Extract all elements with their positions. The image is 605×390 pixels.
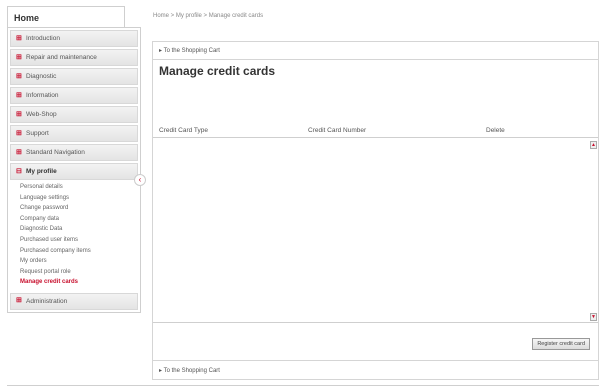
divider bbox=[153, 360, 598, 361]
profile-submenu: ‹ Personal details Language settings Cha… bbox=[10, 174, 146, 291]
submenu-item-my-orders[interactable]: My orders bbox=[20, 256, 138, 267]
sidebar-item-web-shop[interactable]: ⊞ Web-Shop bbox=[10, 106, 138, 123]
expand-plus-icon: ⊞ bbox=[16, 91, 22, 99]
shopping-cart-link-top[interactable]: ▸ To the Shopping Cart bbox=[159, 47, 220, 54]
breadcrumb-separator: > bbox=[169, 13, 176, 19]
sidebar-item-label: Repair and maintenance bbox=[26, 54, 97, 61]
breadcrumb-my-profile[interactable]: My profile bbox=[176, 13, 202, 19]
shopping-cart-link-bottom[interactable]: ▸ To the Shopping Cart bbox=[159, 367, 220, 374]
submenu-item-request-portal-role[interactable]: Request portal role bbox=[20, 267, 138, 278]
sidebar-item-label: Diagnostic bbox=[26, 73, 57, 80]
collapse-minus-icon: ⊟ bbox=[16, 167, 22, 175]
column-header-delete: Delete bbox=[486, 127, 505, 134]
sidebar-item-standard-navigation[interactable]: ⊞ Standard Navigation bbox=[10, 144, 138, 161]
sidebar-item-label: Standard Navigation bbox=[26, 149, 85, 156]
column-header-card-type: Credit Card Type bbox=[159, 127, 209, 134]
expand-plus-icon: ⊞ bbox=[16, 72, 22, 80]
submenu-item-language-settings[interactable]: Language settings bbox=[20, 193, 138, 204]
page-bottom-rule bbox=[7, 385, 599, 386]
page-title: Manage credit cards bbox=[159, 64, 276, 78]
breadcrumb: Home > My profile > Manage credit cards bbox=[153, 13, 263, 19]
breadcrumb-home[interactable]: Home bbox=[153, 13, 169, 19]
sidebar-nav: ⊞ Introduction ⊞ Repair and maintenance ⊞ D… bbox=[7, 27, 146, 313]
expand-plus-icon: ⊞ bbox=[16, 148, 22, 156]
main-panel: ▸ To the Shopping Cart Manage credit car… bbox=[152, 41, 599, 380]
expand-plus-icon: ⊞ bbox=[16, 53, 22, 61]
submenu-item-diagnostic-data[interactable]: Diagnostic Data bbox=[20, 224, 138, 235]
scroll-up-icon[interactable]: ▲ bbox=[590, 141, 597, 149]
submenu-item-personal-details[interactable]: Personal details bbox=[20, 182, 138, 193]
scroll-down-icon[interactable]: ▼ bbox=[590, 313, 597, 321]
expand-plus-icon: ⊞ bbox=[16, 34, 22, 42]
sidebar-item-diagnostic[interactable]: ⊞ Diagnostic bbox=[10, 68, 138, 85]
expand-plus-icon: ⊞ bbox=[16, 297, 22, 305]
breadcrumb-separator: > bbox=[201, 13, 209, 19]
sidebar-item-support[interactable]: ⊞ Support bbox=[10, 125, 138, 142]
expand-plus-icon: ⊞ bbox=[16, 110, 22, 118]
expand-plus-icon: ⊞ bbox=[16, 129, 22, 137]
sidebar-item-introduction[interactable]: ⊞ Introduction bbox=[10, 30, 138, 47]
sidebar-item-repair[interactable]: ⊞ Repair and maintenance bbox=[10, 49, 138, 66]
sidebar-item-label: Introduction bbox=[26, 35, 60, 42]
divider bbox=[153, 59, 598, 60]
credit-card-table: ▲ ▼ bbox=[153, 137, 598, 323]
submenu-item-change-password[interactable]: Change password bbox=[20, 203, 138, 214]
home-tab[interactable]: Home bbox=[7, 6, 125, 27]
sidebar: Home ⊞ Introduction ⊞ Repair and maintenan… bbox=[7, 6, 146, 313]
sidebar-item-information[interactable]: ⊞ Information bbox=[10, 87, 138, 104]
nav-padding bbox=[8, 310, 140, 312]
sidebar-item-my-profile[interactable]: ⊟ My profile bbox=[10, 163, 138, 180]
collapse-sidebar-icon[interactable]: ‹ bbox=[134, 174, 146, 186]
submenu-item-purchased-user-items[interactable]: Purchased user items bbox=[20, 235, 138, 246]
sidebar-item-label: My profile bbox=[26, 168, 57, 175]
sidebar-item-label: Web-Shop bbox=[26, 111, 57, 118]
sidebar-item-label: Support bbox=[26, 130, 49, 137]
submenu-item-company-data[interactable]: Company data bbox=[20, 214, 138, 225]
table-scrollbar[interactable]: ▲ ▼ bbox=[590, 139, 597, 321]
submenu-item-purchased-company-items[interactable]: Purchased company items bbox=[20, 246, 138, 257]
register-credit-card-button[interactable]: Register credit card bbox=[532, 338, 590, 350]
submenu-item-manage-credit-cards[interactable]: Manage credit cards bbox=[20, 277, 138, 288]
sidebar-item-label: Information bbox=[26, 92, 59, 99]
column-header-card-number: Credit Card Number bbox=[308, 127, 367, 134]
sidebar-item-label: Administration bbox=[26, 297, 68, 305]
sidebar-item-administration[interactable]: ⊞ Administration bbox=[10, 292, 138, 310]
breadcrumb-current: Manage credit cards bbox=[208, 13, 264, 19]
